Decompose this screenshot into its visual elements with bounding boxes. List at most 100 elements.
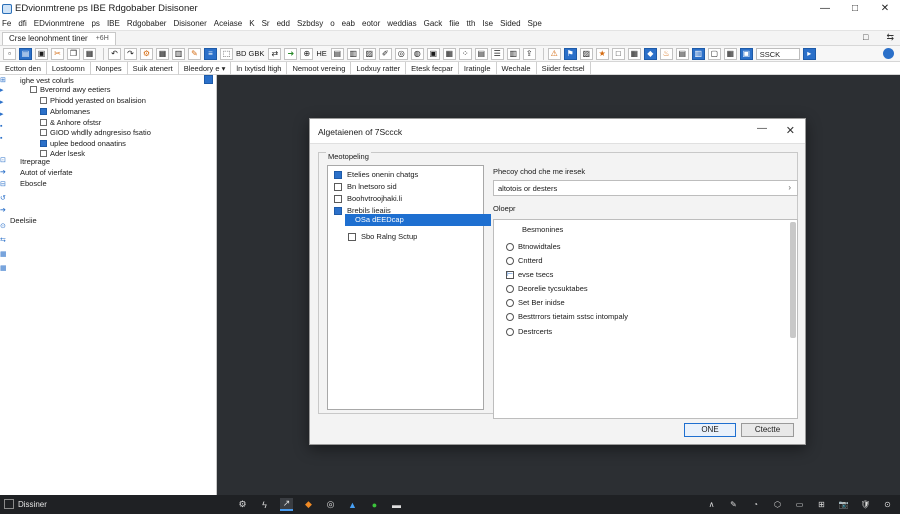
tree-item[interactable]: uplee bedood onaatins [40,139,126,148]
save-icon[interactable]: ▣ [35,47,48,60]
tree-item[interactable]: & Anhore ofstsr [40,118,101,127]
menu-item[interactable]: eab [342,19,355,28]
tray-icon[interactable]: ▭ [793,498,806,511]
tile-icon[interactable]: ▣ [739,47,753,60]
property-item[interactable]: Wechale [497,61,537,75]
menu-item[interactable]: Sided [500,19,520,28]
menu-item[interactable]: Ise [482,19,493,28]
menu-item[interactable]: Rdgobaber [127,19,167,28]
category-checkbox[interactable] [334,170,342,179]
menu-item[interactable]: o [330,19,334,28]
image-icon[interactable]: ▨ [579,47,593,60]
taskbar-app[interactable]: Dissiner [4,499,47,509]
toolbar-text-b[interactable]: HE [316,49,326,58]
property-item[interactable]: Lostoomn [47,61,91,75]
layers-icon[interactable]: ▤ [474,47,488,60]
property-item[interactable]: Nemoot vereing [287,61,352,75]
menu-item[interactable]: tth [467,19,476,28]
category-sub-checkbox[interactable] [348,232,356,241]
tray-icon[interactable]: 🛡 [859,498,872,511]
menu-item[interactable]: edd [277,19,290,28]
option-radio[interactable] [506,312,514,321]
menu-item[interactable]: Szbdsy [297,19,323,28]
tray-icon[interactable]: ✎ [727,498,740,511]
tree-item[interactable]: Phiodd yerasted on bsalision [40,96,146,105]
settings-gear-icon[interactable]: ⚙ [236,498,249,511]
category-sub-item[interactable]: Sbo Ralng Sctup [348,231,417,242]
option-radio[interactable] [506,256,514,265]
category-checkbox[interactable] [334,194,342,203]
dots-icon[interactable]: ⁘ [458,47,472,60]
apply-icon[interactable]: ▸ [802,47,816,60]
panel-pin-icon[interactable] [204,75,213,84]
menu-item[interactable]: Gack [424,19,443,28]
warning-icon[interactable]: ⚠ [547,47,561,60]
flag-icon[interactable]: ⚑ [563,47,577,60]
menu-item[interactable]: weddias [387,19,416,28]
list-icon[interactable]: ☰ [490,47,504,60]
arrow-icon[interactable]: ➜ [284,47,298,60]
map-icon[interactable]: ▤ [675,47,689,60]
target-icon[interactable]: ◎ [394,47,408,60]
property-item[interactable]: ln Ixytisd ltigh [231,61,288,75]
menu-item[interactable]: Disisoner [173,19,206,28]
maximize-button[interactable]: □ [840,0,870,17]
property-item[interactable]: Siider fectsel [537,61,591,75]
tray-icon[interactable]: ⬡ [771,498,784,511]
grid-icon[interactable]: ▦ [156,47,169,60]
dialog-close-button[interactable]: ✕ [786,124,795,137]
category-item[interactable]: Brebils lieaiis [334,205,391,216]
redo-icon[interactable]: ↷ [124,47,137,60]
tray-icon[interactable]: ◔ [749,498,762,511]
chart-icon[interactable]: ▨ [362,47,376,60]
property-item[interactable]: Iratingle [459,61,497,75]
menu-item[interactable]: EDvionmtrene [34,19,85,28]
tree-item[interactable]: Deelsiie [10,216,37,225]
pencil-icon[interactable]: ✐ [378,47,392,60]
options-scrollbar[interactable] [790,222,796,338]
panel-icon[interactable]: ▥ [691,47,705,60]
help-icon[interactable] [883,48,894,59]
menu-item[interactable]: ps [91,19,99,28]
property-item[interactable]: Suik atenert [128,61,179,75]
property-item[interactable]: Etesk fecpar [406,61,459,75]
tree-item[interactable]: Eboscle [20,179,47,188]
ok-button[interactable]: ONE [684,423,736,437]
columns-icon[interactable]: ▥ [506,47,520,60]
menu-item[interactable]: dfi [18,19,26,28]
category-checkbox[interactable] [334,206,342,215]
globe-icon[interactable]: ◍ [410,47,424,60]
option-item[interactable]: Btnowidtales [506,241,561,252]
tray-icon[interactable]: ⊞ [815,498,828,511]
toolbar-text-a[interactable]: BD GBK [236,49,264,58]
menu-item[interactable]: Fe [2,19,11,28]
paint-icon[interactable]: ✎ [188,47,201,60]
menu-item[interactable]: K [249,19,254,28]
frame-icon[interactable]: ▣ [426,47,440,60]
menu-item[interactable]: Spe [528,19,542,28]
option-radio[interactable] [506,327,514,336]
option-item[interactable]: Cntterd [506,255,543,266]
table-icon[interactable]: ▤ [330,47,344,60]
category-checkbox[interactable] [334,182,342,191]
document-tab[interactable]: Crse leonohment tiner +6H [2,31,116,45]
options-dropdown[interactable]: altotois or desters › [493,180,798,196]
link-icon[interactable]: ⇄ [268,47,282,60]
restore-pane-icon[interactable]: □ [863,32,868,43]
category-item[interactable]: Boohvtroojhaki.li [334,193,402,204]
option-item[interactable]: Set Ber inidse [506,297,565,308]
copy-icon[interactable]: ❐ [67,47,80,60]
tree-item[interactable]: GIOD whdlly adngresiso fsatio [40,128,151,137]
export-icon[interactable]: ⇪ [522,47,536,60]
paste-icon[interactable]: ▦ [83,47,96,60]
table-grid-icon[interactable]: ▦ [627,47,641,60]
window-icon[interactable]: ▢ [707,47,721,60]
undo-icon[interactable]: ↶ [108,47,121,60]
option-item[interactable]: Deorelie tycsuktabes [506,283,588,294]
minimize-button[interactable]: — [810,0,840,17]
triangle-app-icon[interactable]: ▲ [346,498,359,511]
category-item[interactable]: Bn lnetsoro sid [334,181,397,192]
expand-icon[interactable]: ⊞ [0,77,7,84]
tree-item[interactable]: Autot of vierfate [20,168,73,177]
stack-icon[interactable]: ▦ [442,47,456,60]
